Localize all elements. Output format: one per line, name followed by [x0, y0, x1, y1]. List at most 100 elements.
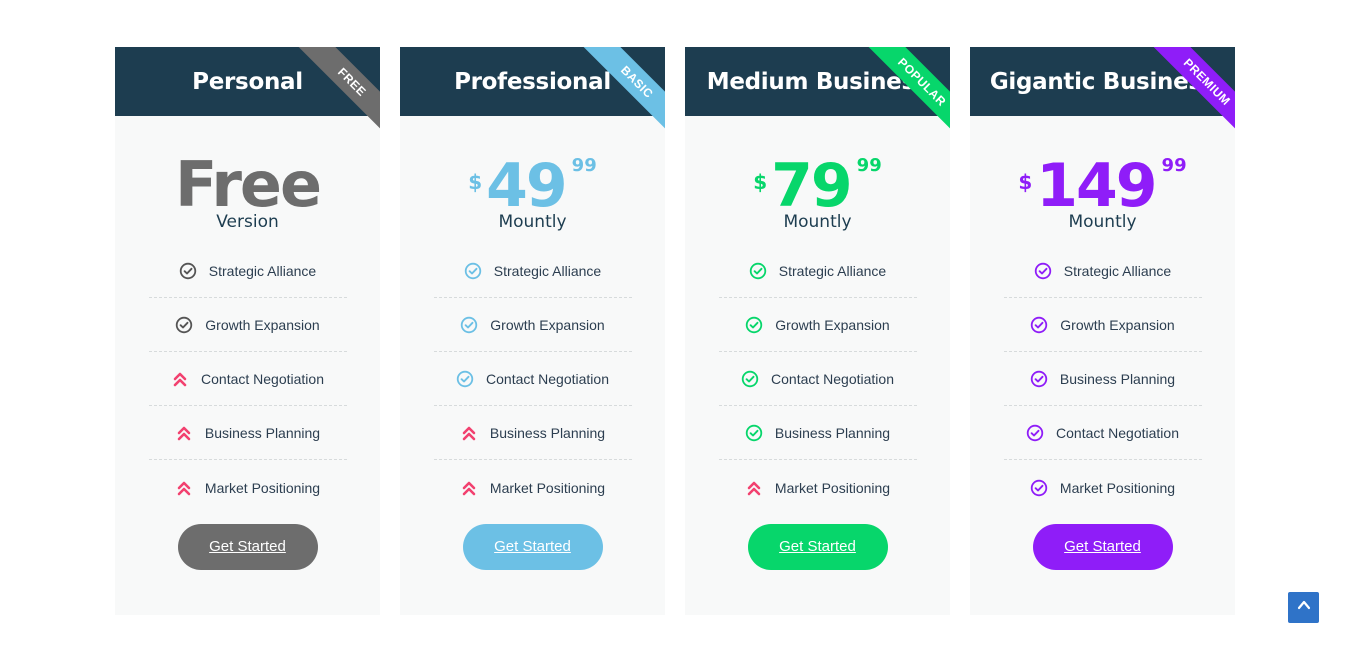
price-period: Mountly	[498, 212, 567, 232]
feature-item: Strategic Alliance	[1003, 244, 1202, 298]
get-started-button[interactable]: Get Started	[747, 524, 888, 570]
feature-label: Business Planning	[489, 424, 606, 441]
check-circle-icon	[749, 262, 767, 280]
price-currency: $	[753, 170, 768, 194]
feature-label: Contact Negotiation	[771, 370, 894, 387]
plan-title: Personal	[192, 68, 303, 95]
price-amount: 49	[486, 151, 567, 221]
double-chevron-up-icon	[171, 370, 189, 388]
check-circle-icon	[179, 262, 197, 280]
feature-list: Strategic Alliance Growth Expansion Cont…	[433, 244, 632, 516]
feature-label: Contact Negotiation	[486, 370, 609, 387]
price-period: Mountly	[783, 212, 852, 232]
check-circle-icon	[1030, 370, 1048, 388]
get-started-button[interactable]: Get Started	[462, 524, 603, 570]
button-wrap: Get Started	[115, 524, 380, 570]
price-cents: 99	[571, 155, 597, 176]
feature-label: Market Positioning	[204, 480, 321, 496]
feature-label: Growth Expansion	[205, 316, 320, 333]
feature-label: Growth Expansion	[775, 316, 890, 333]
feature-item: Growth Expansion	[148, 298, 347, 352]
double-chevron-up-icon	[460, 424, 478, 442]
feature-label: Business Planning	[1059, 370, 1176, 387]
price-row: $ 149 99	[970, 151, 1235, 221]
button-wrap: Get Started	[685, 524, 950, 570]
price-row: $ 49 99	[400, 151, 665, 221]
feature-item: Growth Expansion	[1003, 298, 1202, 352]
feature-item: Strategic Alliance	[718, 244, 917, 298]
check-circle-icon	[1030, 479, 1048, 497]
feature-item: Business Planning	[148, 406, 347, 460]
check-circle-icon	[456, 370, 474, 388]
plan-title: Professional	[454, 68, 611, 95]
double-chevron-up-icon	[175, 479, 193, 497]
feature-label: Market Positioning	[489, 480, 606, 496]
price-amount: 149	[1036, 151, 1157, 221]
feature-label: Strategic Alliance	[1063, 262, 1172, 279]
feature-item: Market Positioning	[1004, 460, 1202, 516]
feature-item: Business Planning	[1003, 352, 1202, 406]
feature-label: Contact Negotiation	[201, 370, 324, 387]
feature-item: Market Positioning	[719, 460, 917, 516]
price-block: $ 49 99 Mountly	[400, 116, 665, 244]
pricing-card-medium-business: Medium Business POPULAR $ 79 99 Mountly …	[685, 47, 950, 615]
pricing-card-professional: Professional BASIC $ 49 99 Mountly Strat…	[400, 47, 665, 615]
feature-label: Strategic Alliance	[778, 262, 887, 279]
feature-item: Contact Negotiation	[718, 352, 917, 406]
feature-item: Market Positioning	[434, 460, 632, 516]
feature-item: Business Planning	[718, 406, 917, 460]
get-started-button[interactable]: Get Started	[177, 524, 318, 570]
feature-item: Contact Negotiation	[433, 352, 632, 406]
price-block: $ 79 99 Mountly	[685, 116, 950, 244]
feature-label: Growth Expansion	[1060, 316, 1175, 333]
feature-label: Strategic Alliance	[208, 262, 317, 279]
check-circle-icon	[745, 316, 763, 334]
pricing-card-gigantic-business: Gigantic Business PREMIUM $ 149 99 Mount…	[970, 47, 1235, 615]
feature-label: Business Planning	[774, 424, 891, 441]
price-block: Free Version	[115, 116, 380, 244]
price-cents: 99	[1161, 155, 1187, 176]
scroll-to-top-button[interactable]	[1288, 592, 1319, 623]
chevron-up-icon	[1297, 598, 1311, 617]
check-circle-icon	[464, 262, 482, 280]
button-wrap: Get Started	[400, 524, 665, 570]
pricing-card-personal: Personal FREE Free Version Strategic All…	[115, 47, 380, 615]
price-cents: 99	[856, 155, 882, 176]
feature-label: Market Positioning	[1059, 480, 1176, 496]
price-subtitle: Version	[216, 212, 279, 232]
feature-item: Market Positioning	[149, 460, 347, 516]
double-chevron-up-icon	[745, 479, 763, 497]
check-circle-icon	[1034, 262, 1052, 280]
feature-label: Growth Expansion	[490, 316, 605, 333]
feature-item: Strategic Alliance	[148, 244, 347, 298]
price-row: $ 79 99	[685, 151, 950, 221]
check-circle-icon	[741, 370, 759, 388]
feature-item: Growth Expansion	[433, 298, 632, 352]
price-block: $ 149 99 Mountly	[970, 116, 1235, 244]
check-circle-icon	[460, 316, 478, 334]
price-currency: $	[468, 170, 483, 194]
button-wrap: Get Started	[970, 524, 1235, 570]
feature-label: Strategic Alliance	[493, 262, 602, 279]
price-period: Mountly	[1068, 212, 1137, 232]
feature-label: Contact Negotiation	[1056, 424, 1179, 441]
feature-label: Market Positioning	[774, 480, 891, 496]
feature-item: Contact Negotiation	[1003, 406, 1202, 460]
check-circle-icon	[1030, 316, 1048, 334]
check-circle-icon	[1026, 424, 1044, 442]
price-currency: $	[1018, 170, 1033, 194]
feature-item: Business Planning	[433, 406, 632, 460]
double-chevron-up-icon	[460, 479, 478, 497]
price-free-label: Free	[174, 148, 322, 221]
feature-label: Business Planning	[204, 424, 321, 441]
check-circle-icon	[745, 424, 763, 442]
feature-item: Growth Expansion	[718, 298, 917, 352]
double-chevron-up-icon	[175, 424, 193, 442]
check-circle-icon	[175, 316, 193, 334]
pricing-table: Personal FREE Free Version Strategic All…	[115, 47, 1235, 615]
feature-list: Strategic Alliance Growth Expansion Cont…	[718, 244, 917, 516]
feature-item: Strategic Alliance	[433, 244, 632, 298]
price-amount: 79	[771, 151, 852, 221]
get-started-button[interactable]: Get Started	[1032, 524, 1173, 570]
feature-item: Contact Negotiation	[148, 352, 347, 406]
